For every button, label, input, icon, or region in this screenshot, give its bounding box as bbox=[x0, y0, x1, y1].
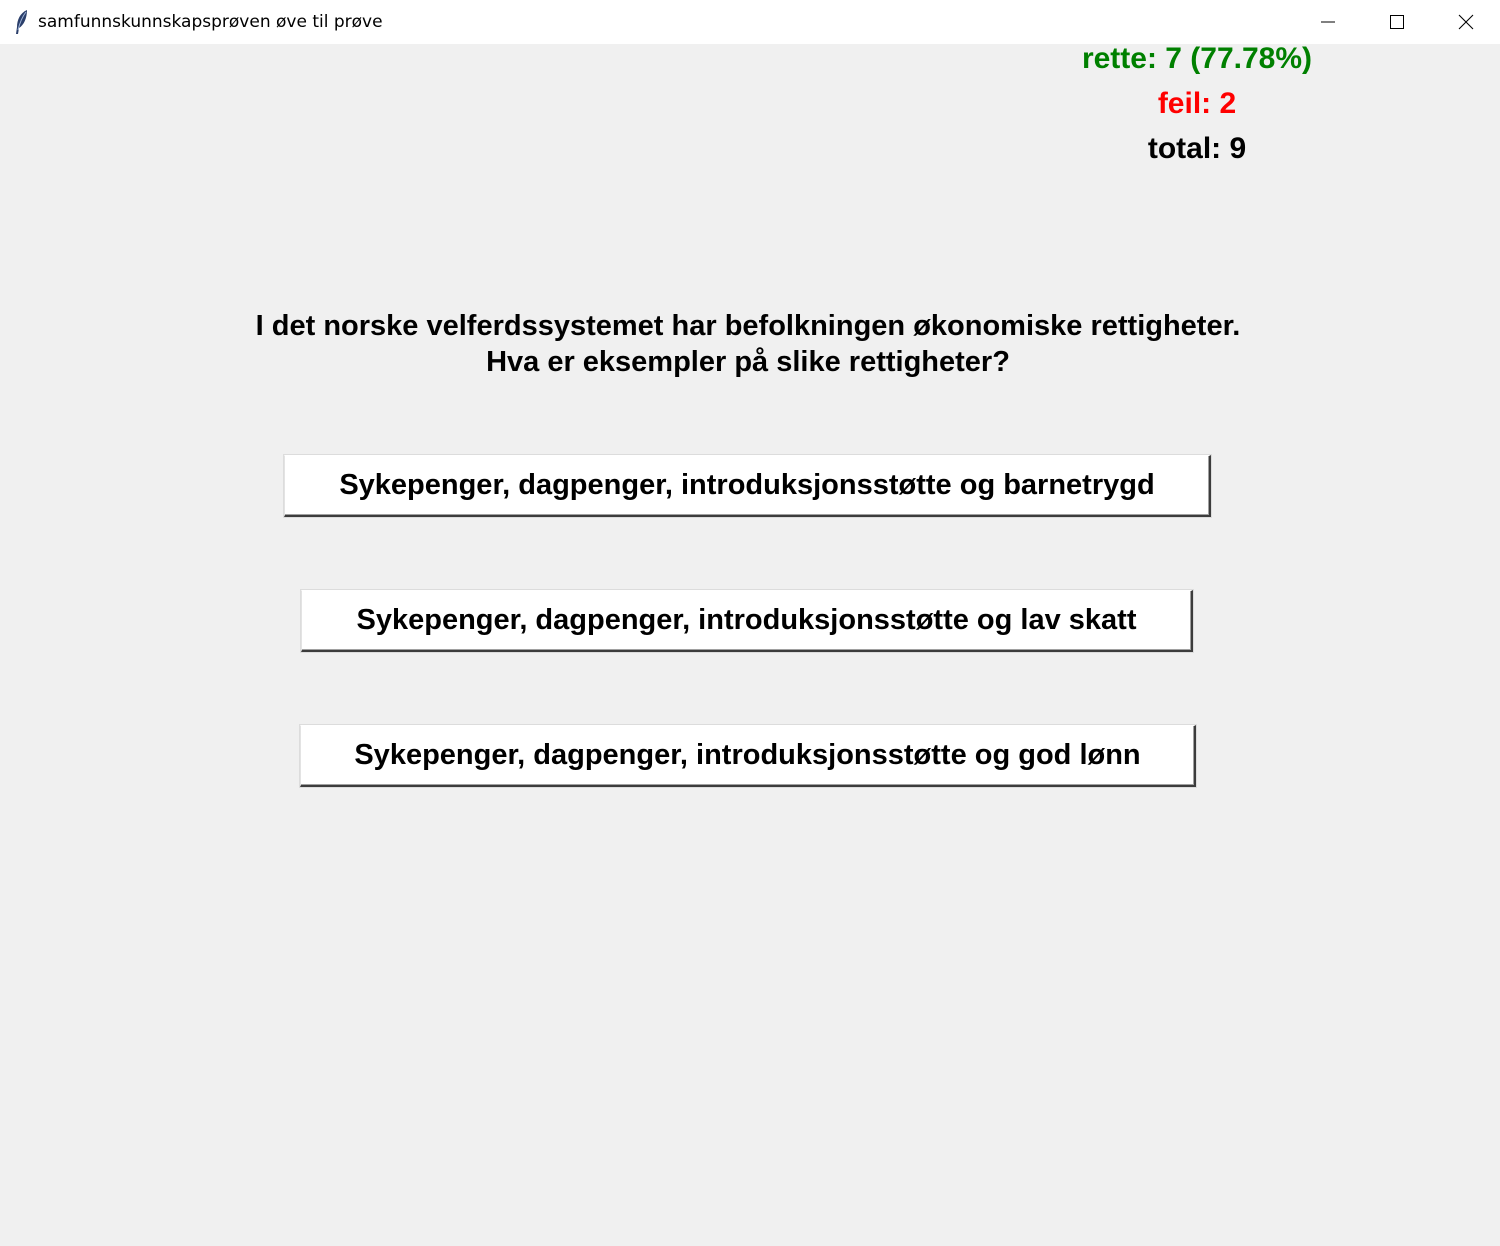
question-line-1: I det norske velferdssystemet har befolk… bbox=[255, 310, 1241, 342]
score-correct-label: rette: 7 (77.78%) bbox=[1081, 42, 1313, 75]
close-button[interactable] bbox=[1431, 0, 1500, 44]
answer-button-3[interactable]: Sykepenger, dagpenger, introduksjonsstøt… bbox=[300, 725, 1196, 787]
feather-icon bbox=[12, 9, 32, 35]
minimize-icon bbox=[1320, 21, 1335, 23]
title-bar[interactable]: samfunnskunnskapsprøven øve til prøve bbox=[0, 0, 1500, 44]
answer-button-1[interactable]: Sykepenger, dagpenger, introduksjonsstøt… bbox=[284, 455, 1211, 517]
question-text: I det norske velferdssystemet har befolk… bbox=[0, 308, 1496, 380]
app-window: samfunnskunnskapsprøven øve til prøve re… bbox=[0, 0, 1500, 1246]
maximize-icon bbox=[1389, 15, 1404, 29]
score-total-label: total: 9 bbox=[1147, 132, 1247, 165]
answer-button-2[interactable]: Sykepenger, dagpenger, introduksjonsstøt… bbox=[301, 590, 1193, 652]
score-wrong-label: feil: 2 bbox=[1157, 87, 1237, 120]
maximize-button[interactable] bbox=[1362, 0, 1431, 44]
window-title: samfunnskunnskapsprøven øve til prøve bbox=[38, 12, 383, 32]
question-line-2: Hva er eksempler på slike rettigheter? bbox=[486, 346, 1010, 378]
window-controls bbox=[1293, 0, 1500, 44]
close-icon bbox=[1458, 14, 1473, 30]
minimize-button[interactable] bbox=[1293, 0, 1362, 44]
